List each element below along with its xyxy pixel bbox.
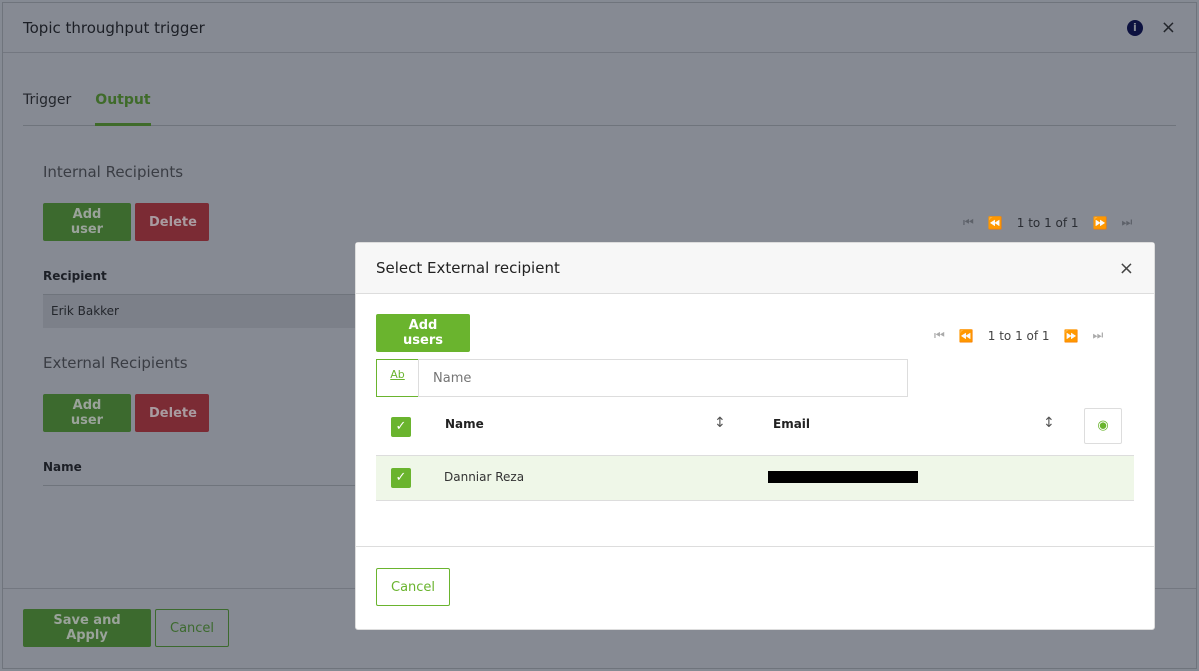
next-page-icon[interactable]: ⏩	[1064, 329, 1079, 343]
modal-cancel-button[interactable]: Cancel	[376, 568, 450, 606]
external-recipients-title: External Recipients	[43, 354, 188, 372]
dialog-header: Topic throughput trigger i ×	[3, 3, 1196, 53]
table-row[interactable]: ✓ Danniar Reza	[376, 455, 1134, 501]
info-icon[interactable]: i	[1126, 19, 1143, 36]
page-info: 1 to 1 of 1	[987, 328, 1050, 343]
first-page-icon[interactable]: ⏮	[934, 328, 945, 343]
modal-pagination: ⏮ ⏪ 1 to 1 of 1 ⏩ ⏭	[934, 328, 1103, 343]
add-external-user-button[interactable]: Add user	[43, 394, 131, 432]
row-checkbox[interactable]: ✓	[391, 468, 411, 488]
page-info: 1 to 1 of 1	[1016, 215, 1079, 230]
delete-internal-button[interactable]: Delete	[135, 203, 209, 241]
name-filter-input[interactable]	[418, 359, 908, 397]
sort-email-icon[interactable]: ↕	[1043, 415, 1055, 431]
tab-output[interactable]: Output	[95, 88, 151, 126]
modal-close-icon[interactable]: ×	[1119, 258, 1134, 279]
modal-title: Select External recipient	[376, 259, 560, 277]
last-page-icon[interactable]: ⏭	[1093, 328, 1104, 343]
eye-icon[interactable]: ◉	[1084, 408, 1122, 444]
prev-page-icon[interactable]: ⏪	[959, 329, 974, 343]
internal-recipients-title: Internal Recipients	[43, 163, 184, 181]
prev-page-icon[interactable]: ⏪	[988, 216, 1003, 230]
modal-footer-divider	[356, 546, 1154, 547]
save-and-apply-button[interactable]: Save and Apply	[23, 609, 151, 647]
select-external-recipient-modal: Select External recipient × Add users ⏮ ⏪ …	[355, 242, 1155, 630]
redacted-email	[768, 471, 918, 483]
email-column-header[interactable]: Email	[773, 417, 810, 431]
name-column-header: Name	[43, 460, 82, 474]
last-page-icon[interactable]: ⏭	[1122, 215, 1133, 230]
close-icon[interactable]: ×	[1161, 17, 1176, 38]
recipient-column-header: Recipient	[43, 269, 107, 283]
add-internal-user-button[interactable]: Add user	[43, 203, 131, 241]
tab-trigger[interactable]: Trigger	[23, 88, 71, 126]
divider	[43, 485, 363, 486]
internal-pagination: ⏮ ⏪ 1 to 1 of 1 ⏩ ⏭	[963, 215, 1132, 230]
text-filter-icon[interactable]: Ab	[376, 359, 418, 397]
name-column-header[interactable]: Name	[445, 417, 484, 431]
add-users-button[interactable]: Add users	[376, 314, 470, 352]
sort-name-icon[interactable]: ↕	[714, 415, 726, 431]
delete-external-button[interactable]: Delete	[135, 394, 209, 432]
select-all-checkbox[interactable]: ✓	[391, 417, 411, 437]
table-row[interactable]: Erik Bakker	[43, 294, 363, 328]
recipient-name: Danniar Reza	[444, 470, 525, 484]
cancel-button[interactable]: Cancel	[155, 609, 229, 647]
dialog-title: Topic throughput trigger	[23, 18, 205, 37]
next-page-icon[interactable]: ⏩	[1093, 216, 1108, 230]
first-page-icon[interactable]: ⏮	[963, 215, 974, 230]
